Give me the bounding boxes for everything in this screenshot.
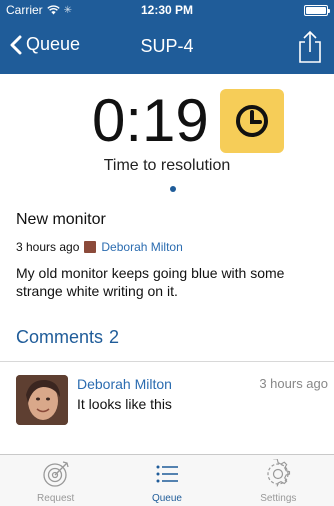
- comments-label: Comments: [16, 327, 104, 347]
- comment-author[interactable]: Deborah Milton: [77, 376, 172, 392]
- page-title: SUP-4: [140, 36, 194, 56]
- clock-icon: [236, 105, 268, 137]
- share-button[interactable]: [296, 30, 324, 64]
- comment-avatar: [16, 375, 68, 425]
- status-bar: Carrier ✳ 12:30 PM: [0, 0, 334, 20]
- comments-count: 2: [109, 327, 120, 347]
- tab-queue[interactable]: Queue: [111, 455, 222, 506]
- page-indicator: [170, 186, 176, 192]
- ticket-meta: 3 hours ago Deborah Milton: [16, 240, 183, 254]
- resolution-timer: 0:19: [0, 86, 334, 156]
- person-photo: [16, 375, 68, 425]
- author-avatar: [84, 241, 97, 253]
- tab-label: Request: [37, 493, 75, 504]
- battery-icon: [304, 5, 330, 16]
- tab-label: Queue: [151, 493, 182, 504]
- navigation-bar: Queue SUP-4: [0, 20, 334, 74]
- share-icon: [299, 30, 321, 63]
- tab-bar: Request Queue Settings: [0, 454, 334, 506]
- ticket-title: New monitor: [16, 211, 106, 228]
- list-icon: [156, 465, 178, 483]
- tab-settings[interactable]: Settings: [223, 455, 334, 506]
- comment-text: It looks like this: [77, 396, 172, 412]
- comments-header: Comments 2: [16, 327, 125, 348]
- ticket-author[interactable]: Deborah Milton: [101, 240, 182, 254]
- timer-value: 0:19: [92, 87, 209, 154]
- clock-button[interactable]: [220, 89, 284, 153]
- ticket-age: 3 hours ago: [16, 240, 80, 254]
- ticket-description: My old monitor keeps going blue with som…: [16, 265, 285, 299]
- timer-label: Time to resolution: [103, 157, 231, 174]
- gear-icon: [267, 459, 291, 487]
- comment-time: 3 hours ago: [259, 376, 328, 391]
- divider: [0, 361, 334, 362]
- clock-time: 12:30 PM: [140, 3, 194, 17]
- tab-label: Settings: [260, 493, 297, 504]
- target-icon: [43, 461, 69, 487]
- tab-request[interactable]: Request: [0, 455, 111, 506]
